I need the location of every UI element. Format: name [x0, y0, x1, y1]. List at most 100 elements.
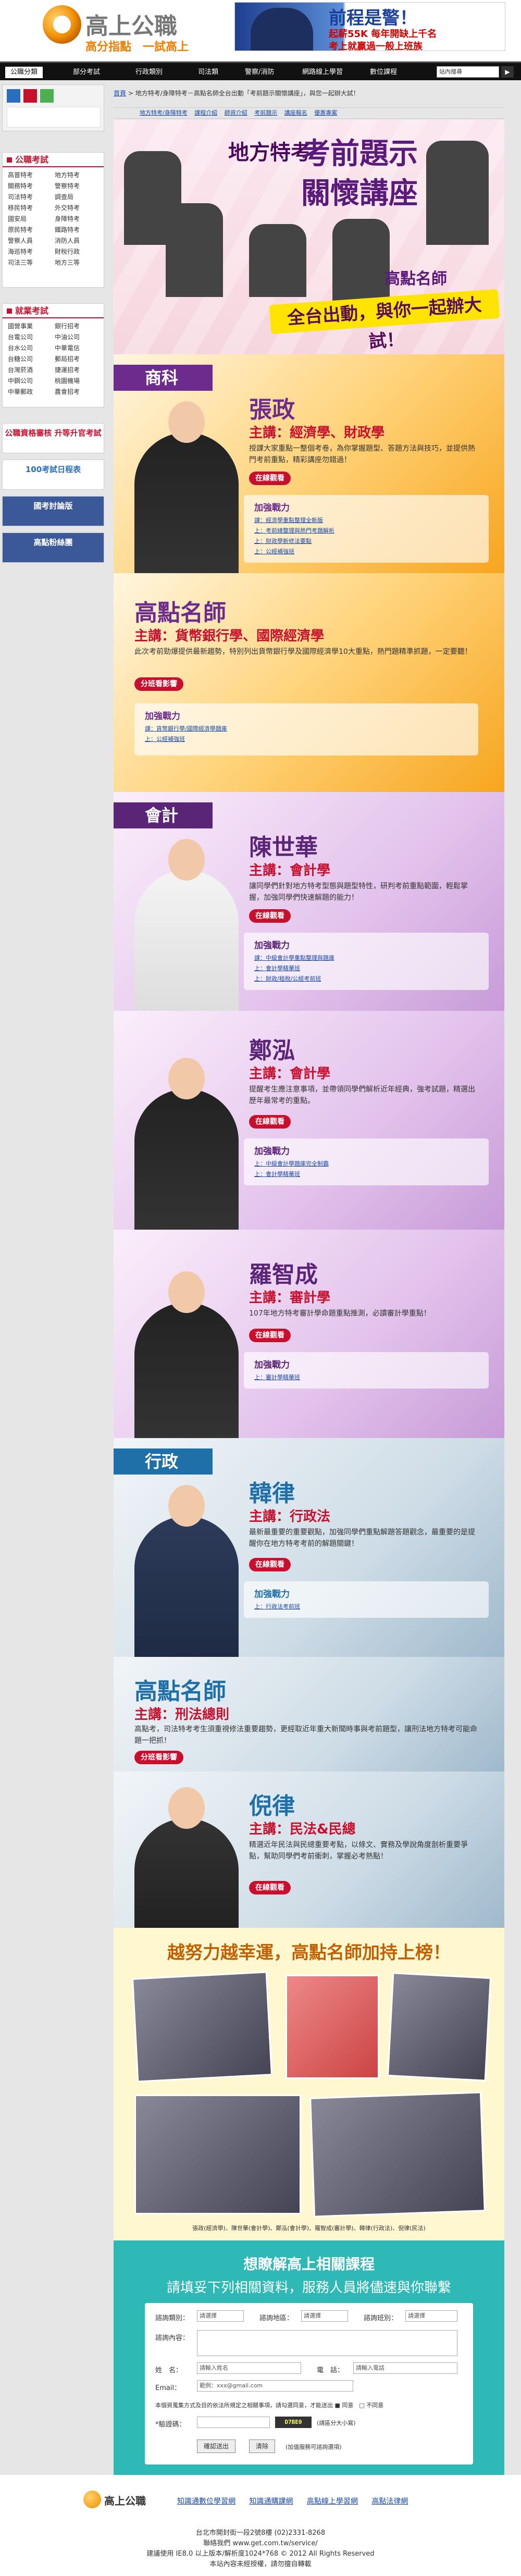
sidebar-link[interactable]: 海巡特考 [8, 247, 52, 256]
class-select-button[interactable]: 分班看影響 [134, 677, 183, 691]
sidebar-link[interactable]: 高普特考 [8, 170, 52, 179]
sidebar-link[interactable]: 調查局 [55, 192, 98, 201]
boost-item[interactable]: 上：財政/租稅/公經考前班 [254, 974, 321, 983]
site-logo[interactable]: 高上公職 高分指點 一試高上 [43, 5, 204, 57]
area-select[interactable]: 請選擇 [301, 2310, 348, 2322]
watch-online-button[interactable]: 在線觀看 [249, 1115, 291, 1129]
sidebar-link[interactable]: 台糖公司 [8, 354, 52, 363]
reset-button[interactable]: 清除 [249, 2439, 276, 2453]
forum-banner[interactable]: 國考討論版 [2, 496, 104, 526]
nav-item-police[interactable]: 警察/消防 [240, 67, 279, 78]
sidebar-link[interactable]: 桃園機場 [55, 376, 98, 385]
sidebar-link[interactable]: 中華郵政 [8, 387, 52, 396]
watch-online-button[interactable]: 在線觀看 [249, 1329, 291, 1342]
nav-item-judicial[interactable]: 司法類 [193, 67, 224, 78]
sidebar-link[interactable]: 地方特考 [55, 170, 98, 179]
sidebar-link[interactable]: 中油公司 [55, 332, 98, 341]
privacy-consent[interactable]: 本個資蒐集方式及目的依法所規定之相關事項，請勾選同意，才能送出 ■ 同意 □ 不… [155, 2401, 463, 2409]
subnav-link[interactable]: 地方特考/身障特考 [140, 109, 188, 116]
police-ad-banner[interactable]: 前程是警！ 起薪55K 每年開缺上千名 考上就贏過一般上班族 [234, 2, 505, 51]
sidebar-link[interactable]: 關務特考 [8, 181, 52, 190]
sidebar-link[interactable]: 身障特考 [55, 214, 98, 223]
upgrade-exam-banner[interactable]: 公職資格審核 升等升官考試 [2, 423, 104, 453]
footer-link[interactable]: 高點法律網 [371, 2497, 408, 2506]
nav-item-exams[interactable]: 部分考試 [68, 67, 105, 78]
subnav-link[interactable]: 講座報名 [284, 109, 307, 116]
submit-button[interactable]: 確認送出 [197, 2439, 236, 2453]
watch-online-button[interactable]: 在線觀看 [249, 909, 291, 923]
sidebar-link[interactable]: 郵局招考 [55, 354, 98, 363]
boost-item[interactable]: 上：中級會計學題庫完全制霸 [254, 1159, 329, 1168]
boost-item[interactable]: 上：會計學精華班 [254, 1170, 300, 1178]
search-input[interactable]: 站內搜尋 [437, 66, 499, 78]
sidebar-link[interactable]: 警察特考 [55, 181, 98, 190]
footer-logo[interactable]: 高上公職 [83, 2491, 156, 2511]
exam-schedule-banner[interactable]: 100考試日程表 [2, 460, 104, 490]
sidebar-link[interactable]: 地方三等 [55, 258, 98, 267]
watch-online-button[interactable]: 在線觀看 [249, 1881, 291, 1894]
email-field[interactable]: 範例：xxx@gmail.com [197, 2380, 353, 2392]
captcha-field[interactable] [197, 2417, 270, 2428]
boost-item[interactable]: 上：考前總整理與熱門考題解析 [254, 526, 334, 535]
boost-item[interactable]: 課：貨幣銀行學/國際經濟學題庫 [145, 724, 227, 733]
boost-item[interactable]: 上：行政法考前班 [254, 1602, 300, 1611]
boost-item[interactable]: 上：會計學精華班 [254, 964, 300, 972]
footer-link[interactable]: 知識通數位學習網 [177, 2497, 235, 2506]
nav-item-online[interactable]: 網路線上學習 [297, 67, 348, 78]
watch-online-button[interactable]: 在線觀看 [249, 472, 291, 485]
sidebar-link[interactable]: 司法三等 [8, 258, 52, 267]
boost-item[interactable]: 上：公經補強班 [145, 735, 185, 743]
sidebar-link[interactable]: 警察人員 [8, 236, 52, 245]
class-select-button[interactable]: 分班看影響 [134, 1751, 183, 1764]
sidebar-link[interactable]: 中華電信 [55, 343, 98, 352]
gallery-photo [286, 1975, 379, 2079]
sidebar-link[interactable]: 台灣菸酒 [8, 365, 52, 374]
subnav-link[interactable]: 課程介紹 [194, 109, 217, 116]
teacher-name: 陳世華 [249, 834, 318, 861]
footer-link[interactable]: 高點線上學習網 [307, 2497, 358, 2506]
sidebar-link[interactable]: 台電公司 [8, 332, 52, 341]
boost-item[interactable]: 上：公經補強班 [254, 547, 294, 555]
sidebar-link[interactable]: 銀行招考 [55, 321, 98, 330]
boost-item[interactable]: 課：中級會計學重點整理與題庫 [254, 953, 334, 962]
sidebar-link[interactable]: 原民特考 [8, 225, 52, 234]
sidebar-link[interactable]: 消防人員 [55, 236, 98, 245]
sidebar-link[interactable]: 鐵路特考 [55, 225, 98, 234]
line-icon[interactable] [40, 89, 54, 103]
breadcrumb-home[interactable]: 首頁 [114, 90, 126, 97]
boost-item[interactable]: 課：經濟學重點整理全新版 [254, 516, 323, 524]
nav-item-admin[interactable]: 行政類別 [130, 67, 168, 78]
sidebar-link[interactable]: 國營事業 [8, 321, 52, 330]
sidebar-link[interactable]: 移民特考 [8, 203, 52, 212]
sidebar-link[interactable]: 財稅行政 [55, 247, 98, 256]
content-textarea[interactable] [197, 2330, 457, 2356]
phone-field[interactable]: 請輸入電話 [353, 2362, 457, 2374]
fanpage-banner[interactable]: 高點粉絲團 [2, 532, 104, 563]
type-select[interactable]: 請選擇 [197, 2310, 244, 2322]
sidebar-link[interactable]: 司法特考 [8, 192, 52, 201]
teacher-section-lo: 羅智成 主講：審計學 107年地方特考審計學命題重點推測，必讀審計學重點！ 在線… [114, 1230, 504, 1438]
sidebar-link[interactable]: 捷運招考 [55, 365, 98, 374]
subnav-link[interactable]: 考前題示 [254, 109, 277, 116]
search-button[interactable]: ▶ [501, 66, 514, 78]
boost-item[interactable]: 上：財政學新修法要點 [254, 537, 312, 545]
sidebar-link[interactable]: 農會招考 [55, 387, 98, 396]
sidebar-promo[interactable] [7, 107, 101, 128]
facebook-icon[interactable] [7, 89, 20, 103]
subnav-link[interactable]: 師資介紹 [225, 109, 247, 116]
footer-url[interactable]: 聯絡我們 www.get.com.tw/service/ [0, 2537, 521, 2547]
sidebar-link[interactable]: 國安局 [8, 214, 52, 223]
boost-item[interactable]: 上：審計學精華班 [254, 1373, 300, 1381]
nav-item-digital[interactable]: 數位課程 [365, 67, 402, 78]
branch-select[interactable]: 請選擇 [405, 2310, 457, 2322]
subnav-link[interactable]: 優惠專案 [314, 109, 337, 116]
sidebar-link[interactable]: 台水公司 [8, 343, 52, 352]
name-field[interactable]: 請輸入姓名 [197, 2362, 301, 2374]
watch-online-button[interactable]: 在線觀看 [249, 1558, 291, 1571]
youtube-icon[interactable] [23, 89, 37, 103]
nav-item-category[interactable]: 公職分類 [5, 67, 43, 78]
footer-link[interactable]: 知識通購課網 [249, 2497, 293, 2506]
sidebar-link[interactable]: 外交特考 [55, 203, 98, 212]
sidebar-link[interactable]: 中鋼公司 [8, 376, 52, 385]
boost-title: 加強戰力 [254, 503, 290, 513]
